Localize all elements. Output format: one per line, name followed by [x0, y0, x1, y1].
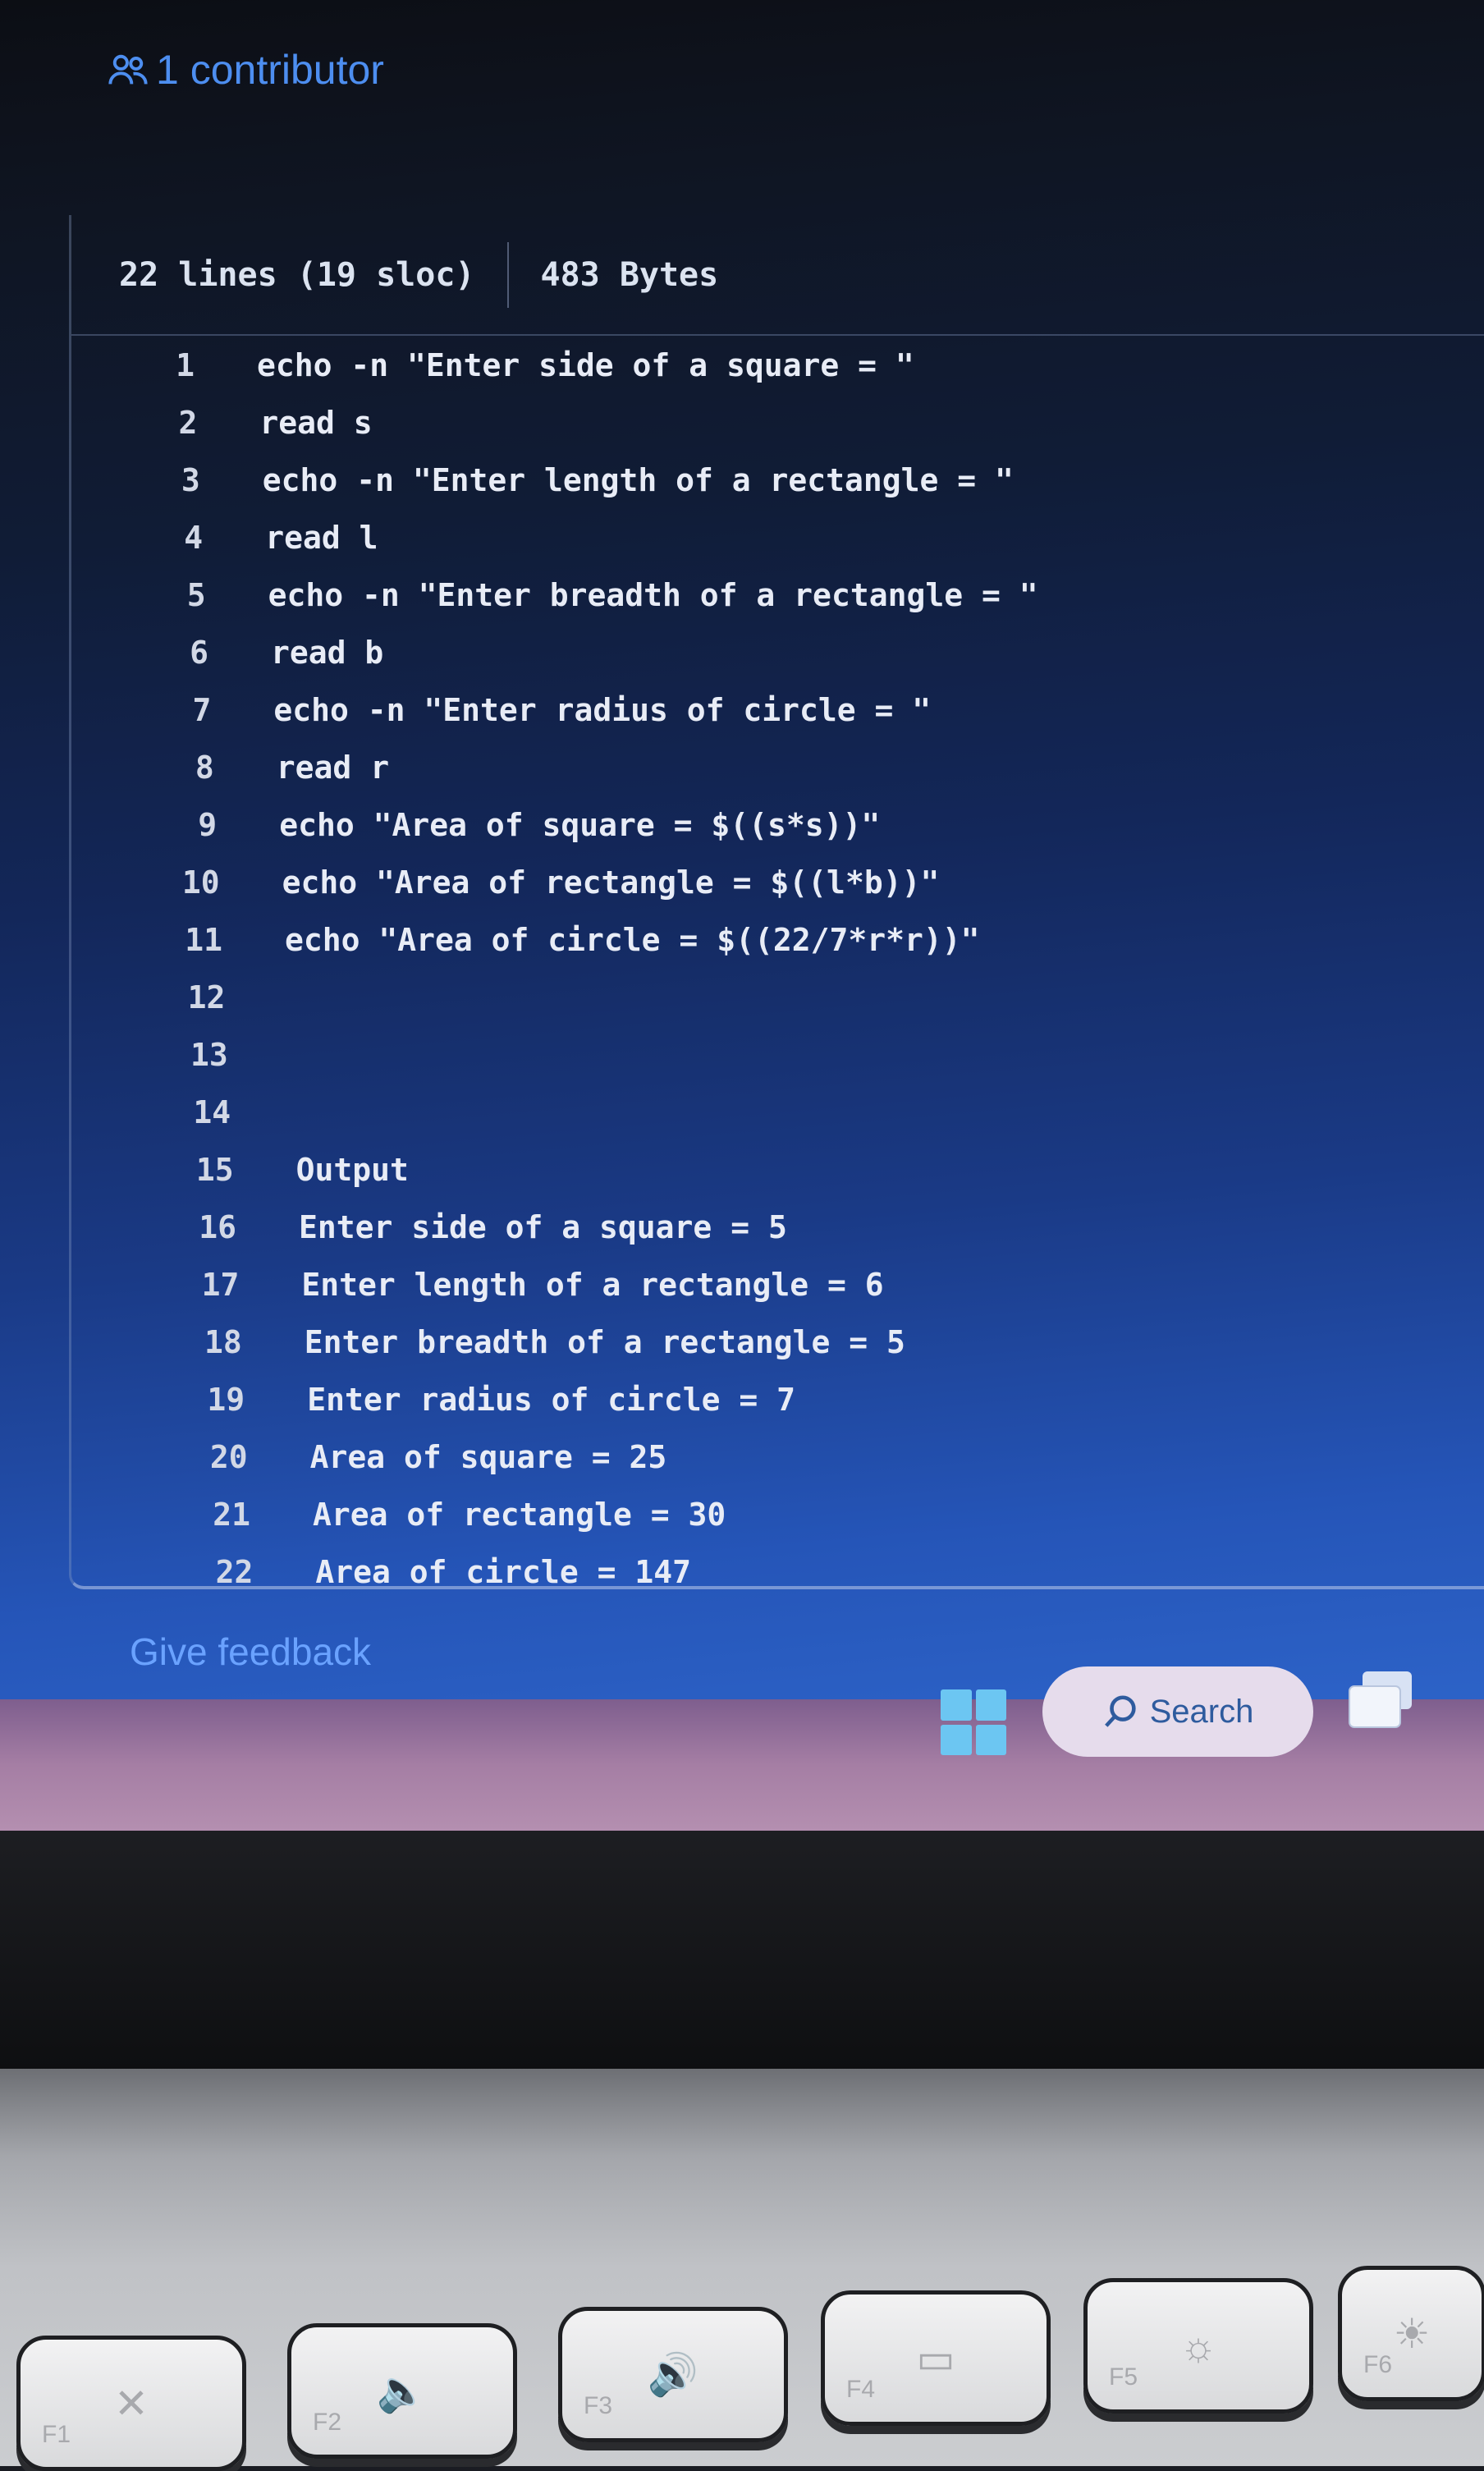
f3-key[interactable]: 🔊 F3 — [558, 2307, 788, 2442]
f4-label: F4 — [846, 2376, 876, 2403]
line-number[interactable]: 8 — [124, 739, 214, 796]
f4-key[interactable]: ▭ F4 — [821, 2290, 1051, 2426]
file-size: 483 Bytes — [540, 255, 719, 294]
line-number[interactable]: 10 — [130, 854, 220, 911]
mute-mic-icon: ✕ — [114, 2380, 149, 2427]
line-code-text: read s — [259, 405, 373, 441]
people-icon — [108, 54, 148, 85]
code-listing: 1 echo -n "Enter side of a square = " 2 rea… — [71, 337, 1484, 1601]
line-code-text: echo "Area of circle = $((22/7*r*r))" — [285, 922, 980, 958]
brightness-up-icon: ☀ — [1393, 2310, 1431, 2357]
file-viewer: 22 lines (19 sloc) 483 Bytes 1 echo -n "E… — [69, 215, 1484, 1590]
code-line: 21 Area of rectangle = 30 — [127, 1486, 1484, 1543]
code-line: 19 Enter radius of circle = 7 — [121, 1371, 1484, 1428]
line-number[interactable]: 13 — [138, 1026, 228, 1084]
line-code-text: echo "Area of square = $((s*s))" — [279, 807, 881, 843]
line-code-text: Enter breadth of a rectangle = 5 — [304, 1324, 905, 1360]
f2-key[interactable]: 🔈 F2 — [287, 2323, 517, 2459]
line-number[interactable]: 22 — [163, 1543, 254, 1601]
contributors-label: 1 contributor — [156, 47, 384, 93]
line-code-text: echo -n "Enter radius of circle = " — [273, 692, 932, 728]
f1-label: F1 — [42, 2421, 71, 2448]
line-number[interactable]: 14 — [140, 1084, 231, 1141]
code-line: 20 Area of square = 25 — [125, 1428, 1484, 1486]
line-number[interactable]: 21 — [160, 1486, 250, 1543]
code-line: 17 Enter length of a rectangle = 6 — [116, 1256, 1484, 1313]
line-number[interactable]: 16 — [146, 1199, 236, 1256]
line-code-text: echo "Area of rectangle = $((l*b))" — [282, 864, 940, 901]
line-number[interactable]: 3 — [110, 452, 200, 509]
line-code-text: Area of rectangle = 30 — [313, 1497, 726, 1533]
code-line: 12 — [102, 969, 1484, 1026]
code-line: 11 echo "Area of circle = $((22/7*r*r))" — [99, 911, 1484, 969]
line-code-text: echo -n "Enter length of a rectangle = " — [262, 462, 1014, 498]
line-number[interactable]: 15 — [144, 1141, 234, 1199]
line-number[interactable]: 17 — [149, 1256, 240, 1313]
contributors-link[interactable]: 1 contributor — [107, 46, 384, 94]
give-feedback-link[interactable]: Give feedback — [130, 1630, 371, 1674]
laptop-bezel — [0, 1831, 1484, 2069]
code-line: 22 Area of circle = 147 — [130, 1543, 1484, 1601]
code-line: 3 echo -n "Enter length of a rectangle = … — [77, 452, 1484, 509]
line-number[interactable]: 11 — [132, 911, 222, 969]
line-code-text: Enter side of a square = 5 — [299, 1209, 787, 1245]
line-code-text: Area of square = 25 — [309, 1439, 667, 1475]
code-line: 5 echo -n "Enter breadth of a rectangle =… — [83, 566, 1484, 624]
laptop-screen: 1 contributor 22 lines (19 sloc) 483 Byt… — [0, 0, 1484, 1708]
volume-up-icon: 🔊 — [647, 2351, 699, 2397]
line-code-text: Output — [295, 1152, 409, 1188]
code-line: 14 — [108, 1084, 1484, 1141]
f5-label: F5 — [1109, 2363, 1138, 2391]
code-line: 4 read l — [80, 509, 1484, 566]
volume-down-icon: 🔈 — [376, 2368, 428, 2414]
line-code-text: read r — [276, 750, 390, 786]
line-number[interactable]: 5 — [116, 566, 206, 624]
code-line: 16 Enter side of a square = 5 — [113, 1199, 1484, 1256]
file-info-divider — [507, 241, 510, 308]
code-line: 15 Output — [111, 1141, 1484, 1199]
line-code-text: echo -n "Enter side of a square = " — [257, 347, 914, 383]
f6-key[interactable]: ☀ F6 — [1338, 2266, 1484, 2401]
line-code-text: Enter length of a rectangle = 6 — [301, 1267, 884, 1303]
line-code-text: echo -n "Enter breadth of a rectangle = … — [268, 577, 1038, 613]
code-line: 9 echo "Area of square = $((s*s))" — [94, 796, 1484, 854]
code-line: 7 echo -n "Enter radius of circle = " — [88, 681, 1484, 739]
line-number[interactable]: 9 — [126, 796, 217, 854]
line-number[interactable]: 7 — [121, 681, 212, 739]
line-count: 22 lines (19 sloc) — [119, 255, 475, 294]
code-line: 13 — [105, 1026, 1484, 1084]
code-line: 2 read s — [74, 394, 1484, 452]
line-code-text: Area of circle = 147 — [315, 1554, 691, 1590]
task-view-icon[interactable] — [1346, 1671, 1417, 1732]
line-number[interactable]: 19 — [154, 1371, 245, 1428]
line-number[interactable]: 6 — [118, 624, 208, 681]
display-switch-icon: ▭ — [916, 2335, 955, 2382]
windows-start-icon[interactable] — [941, 1689, 1006, 1755]
code-line: 8 read r — [91, 739, 1484, 796]
line-number[interactable]: 12 — [135, 969, 226, 1026]
line-number[interactable]: 1 — [104, 337, 195, 394]
file-info-bar: 22 lines (19 sloc) 483 Bytes — [71, 215, 1484, 336]
code-line: 6 read b — [85, 624, 1484, 681]
code-line: 10 echo "Area of rectangle = $((l*b))" — [97, 854, 1484, 911]
line-code-text: read b — [271, 635, 384, 671]
line-number[interactable]: 4 — [112, 509, 203, 566]
line-code-text: read l — [265, 520, 378, 556]
f3-label: F3 — [584, 2392, 613, 2419]
brightness-down-icon: ☼ — [1179, 2322, 1217, 2369]
code-line: 1 echo -n "Enter side of a square = " — [71, 337, 1484, 394]
search-label: Search — [1149, 1693, 1254, 1730]
f6-label: F6 — [1363, 2351, 1393, 2378]
f2-label: F2 — [313, 2409, 342, 2436]
line-number[interactable]: 2 — [107, 394, 198, 452]
code-line: 18 Enter breadth of a rectangle = 5 — [119, 1313, 1484, 1371]
line-number[interactable]: 20 — [158, 1428, 248, 1486]
f1-key[interactable]: ✕ F1 — [16, 2336, 246, 2471]
line-code-text: Enter radius of circle = 7 — [307, 1382, 796, 1418]
f5-key[interactable]: ☼ F5 — [1083, 2278, 1313, 2414]
line-number[interactable]: 18 — [152, 1313, 242, 1371]
search-icon — [1104, 1695, 1136, 1727]
taskbar-search-button[interactable]: Search — [1042, 1666, 1313, 1757]
